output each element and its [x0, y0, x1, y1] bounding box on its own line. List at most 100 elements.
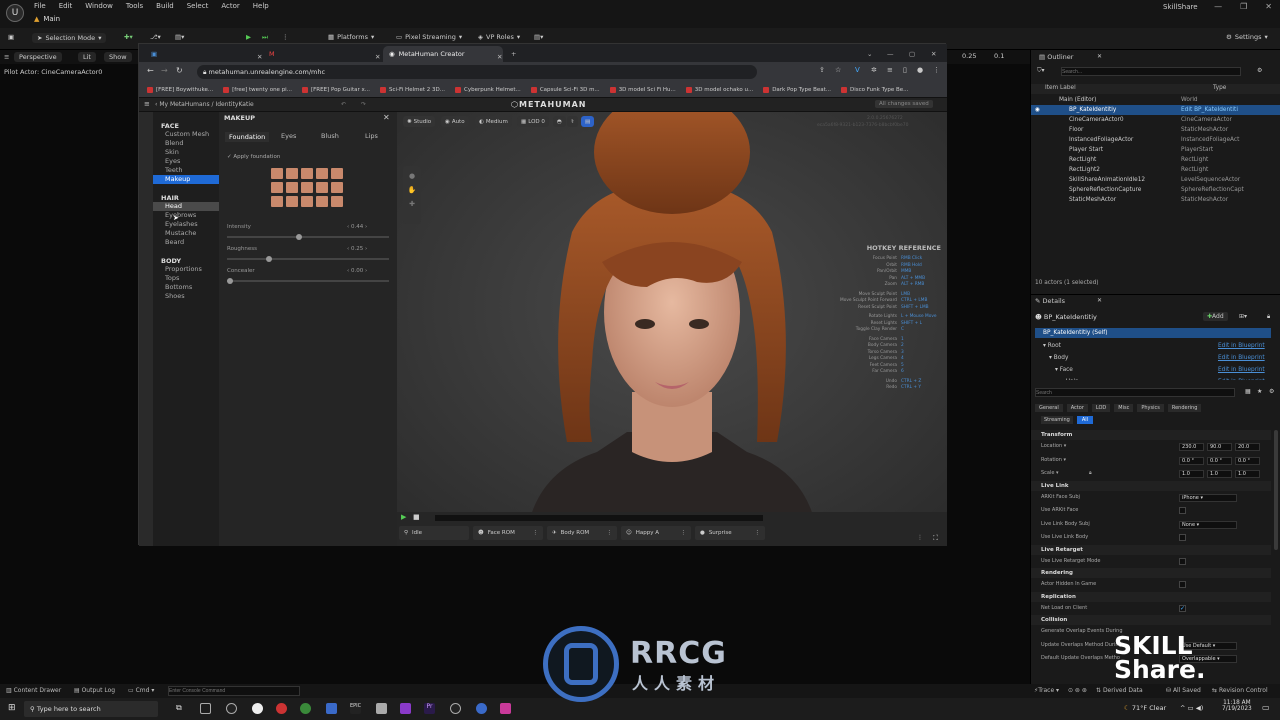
- clock[interactable]: 11:18 AM 7/19/2023: [1222, 700, 1252, 712]
- tray-icons[interactable]: ^ ▭ ◀): [1180, 704, 1203, 712]
- slider-knob[interactable]: [266, 256, 272, 262]
- lock-icon[interactable]: 🔒︎: [1267, 313, 1270, 321]
- settings-button[interactable]: ⚙ Settings ▾: [1226, 33, 1268, 41]
- filter-chip[interactable]: Physics: [1137, 404, 1164, 412]
- color-swatch[interactable]: [271, 196, 283, 207]
- chevron-down-icon[interactable]: ▾: [1062, 457, 1067, 463]
- status-icons[interactable]: ⊙ ⊚ ⊛: [1068, 687, 1087, 694]
- close-panel-icon[interactable]: ✕: [383, 113, 390, 122]
- fullscreen-icon[interactable]: ⛶: [933, 534, 938, 543]
- camera-auto-button[interactable]: ◉ Auto: [441, 116, 469, 127]
- anim-idle-button[interactable]: ⚲ Idle: [399, 526, 469, 540]
- play-icon[interactable]: ▶: [401, 513, 406, 521]
- slider-value-stepper[interactable]: ‹ 0.00 ›: [347, 268, 367, 274]
- details-search-input[interactable]: [1035, 388, 1235, 397]
- edit-in-blueprint-link[interactable]: Edit in Blueprint: [1218, 352, 1265, 364]
- windows-start-icon[interactable]: ⊞: [8, 703, 16, 713]
- section-transform[interactable]: Transform: [1031, 430, 1271, 440]
- trace-button[interactable]: ⚡Trace ▾: [1034, 687, 1059, 694]
- play-options-icon[interactable]: ⏭: [262, 33, 268, 42]
- filter-all[interactable]: All: [1076, 416, 1094, 424]
- unreal-app-icon[interactable]: [450, 703, 461, 714]
- outliner-row[interactable]: RectLight2 RectLight: [1031, 165, 1280, 175]
- details-tab[interactable]: ✎ Details: [1035, 297, 1065, 305]
- scale-z[interactable]: 1.0: [1235, 470, 1260, 478]
- nav-shoes[interactable]: Shoes: [153, 292, 219, 301]
- unreal-logo-icon[interactable]: U: [6, 4, 24, 22]
- tab-lips[interactable]: Lips: [365, 132, 378, 140]
- edit-in-blueprint-link[interactable]: Edit in Blueprint: [1218, 376, 1265, 380]
- slider-track[interactable]: [227, 234, 389, 240]
- rotation-x[interactable]: 0.0 °: [1179, 456, 1204, 465]
- nav-blend[interactable]: Blend: [153, 139, 219, 148]
- color-swatch[interactable]: [301, 196, 313, 207]
- outliner-row[interactable]: Player Start PlayerStart: [1031, 145, 1280, 155]
- overflow-icon[interactable]: ▤▾: [534, 33, 543, 41]
- undo-icon[interactable]: ↶: [341, 101, 346, 108]
- sculpt-blend-icon[interactable]: ✋: [403, 186, 421, 194]
- nav-teeth[interactable]: Teeth: [153, 166, 219, 175]
- extension-v-icon[interactable]: V: [855, 66, 860, 74]
- tab-eyes[interactable]: Eyes: [281, 132, 296, 140]
- minimize-icon[interactable]: —: [881, 46, 900, 62]
- nav-bottoms[interactable]: Bottoms: [153, 283, 219, 292]
- rotation-z[interactable]: 0.0 °: [1235, 456, 1260, 465]
- color-swatch[interactable]: [331, 182, 343, 193]
- play-icon[interactable]: ▶: [246, 33, 251, 41]
- bookmark-item[interactable]: Cyberpunk Helmet...: [454, 86, 521, 93]
- live-link-body-dropdown[interactable]: None ▾: [1179, 520, 1237, 529]
- component-self[interactable]: BP_KateIdentitiy (Self): [1035, 328, 1271, 338]
- mh-viewport[interactable]: ✺ Studio ◉ Auto ◐ Medium ▦ LOD 0 ◓ ⚕ ▤ 2.0.0…: [397, 112, 947, 546]
- outliner-row[interactable]: SphereReflectionCapture SphereReflectionC…: [1031, 185, 1280, 195]
- dna-icon[interactable]: ⚕: [567, 116, 578, 127]
- chevron-down-icon[interactable]: ▾: [1054, 470, 1059, 476]
- app-icon[interactable]: [326, 703, 337, 714]
- viewport-menu-icon[interactable]: ≡: [4, 53, 9, 61]
- back-icon[interactable]: ←: [147, 66, 154, 75]
- browser-tab-metahuman[interactable]: ◉ MetaHuman Creator: [383, 46, 503, 62]
- nav-tops[interactable]: Tops: [153, 274, 219, 283]
- app-icon[interactable]: [252, 703, 263, 714]
- console-input[interactable]: [168, 686, 300, 696]
- anim-surprise-button[interactable]: ● Surprise ⋮: [695, 526, 765, 540]
- perspective-button[interactable]: Perspective: [14, 52, 62, 62]
- bookmark-item[interactable]: 3D model Sci Fi Hu...: [609, 86, 676, 93]
- bookmark-item[interactable]: Disco Funk Type Be...: [841, 86, 908, 93]
- anim-face-rom-button[interactable]: ☻ Face ROM ⋮: [473, 526, 543, 540]
- clay-toggle-icon[interactable]: ◓: [553, 116, 566, 127]
- bookmark-item[interactable]: Sci-Fi Helmet 2 3D...: [379, 86, 445, 93]
- notifications-icon[interactable]: ▭: [1262, 703, 1270, 712]
- recorder-app-icon[interactable]: [276, 703, 287, 714]
- filter-chip[interactable]: LOD: [1091, 404, 1111, 412]
- star-icon[interactable]: ★: [1257, 388, 1262, 395]
- level-tab[interactable]: ▲ Main: [34, 15, 60, 23]
- outliner-row[interactable]: InstancedFoliageActor InstancedFoliageAct: [1031, 135, 1280, 145]
- sidepanel-icon[interactable]: ▯: [903, 66, 907, 74]
- blueprint-icon[interactable]: ⎇▾: [150, 33, 161, 41]
- color-swatch[interactable]: [301, 168, 313, 179]
- nav-eyes[interactable]: Eyes: [153, 157, 219, 166]
- bookmark-item[interactable]: Dark Pop Type Beat...: [763, 86, 831, 93]
- epic-app-icon[interactable]: EPIC: [350, 703, 361, 714]
- output-log-button[interactable]: ▤ Output Log: [74, 687, 115, 694]
- location-x[interactable]: 230.0: [1179, 443, 1204, 451]
- more-icon[interactable]: ⋮: [533, 530, 539, 536]
- net-load-checkbox[interactable]: ✓: [1179, 604, 1186, 612]
- edit-in-blueprint-link[interactable]: Edit in Blueprint: [1218, 364, 1265, 376]
- use-live-link-body-checkbox[interactable]: [1179, 534, 1186, 541]
- save-icon[interactable]: ▣: [8, 33, 14, 41]
- details-scrollbar[interactable]: [1274, 430, 1278, 550]
- col-item-label[interactable]: Item Label: [1045, 85, 1076, 91]
- edit-in-blueprint-link[interactable]: Edit in Blueprint: [1218, 340, 1265, 352]
- filter-icon[interactable]: ⛉▾: [1037, 67, 1045, 75]
- more-options-icon[interactable]: ⋮: [282, 33, 289, 41]
- menu-window[interactable]: Window: [85, 2, 113, 10]
- color-swatch[interactable]: [316, 196, 328, 207]
- nav-custom-mesh[interactable]: Custom Mesh: [153, 130, 219, 139]
- location-y[interactable]: 90.0: [1207, 443, 1232, 451]
- nav-eyebrows[interactable]: Eyebrows: [153, 211, 219, 220]
- menu-select[interactable]: Select: [187, 2, 209, 10]
- anim-body-rom-button[interactable]: ✈ Body ROM ⋮: [547, 526, 617, 540]
- all-saved-button[interactable]: ⛁ All Saved: [1166, 687, 1201, 694]
- settings-gear-icon[interactable]: ⚙: [1269, 388, 1274, 395]
